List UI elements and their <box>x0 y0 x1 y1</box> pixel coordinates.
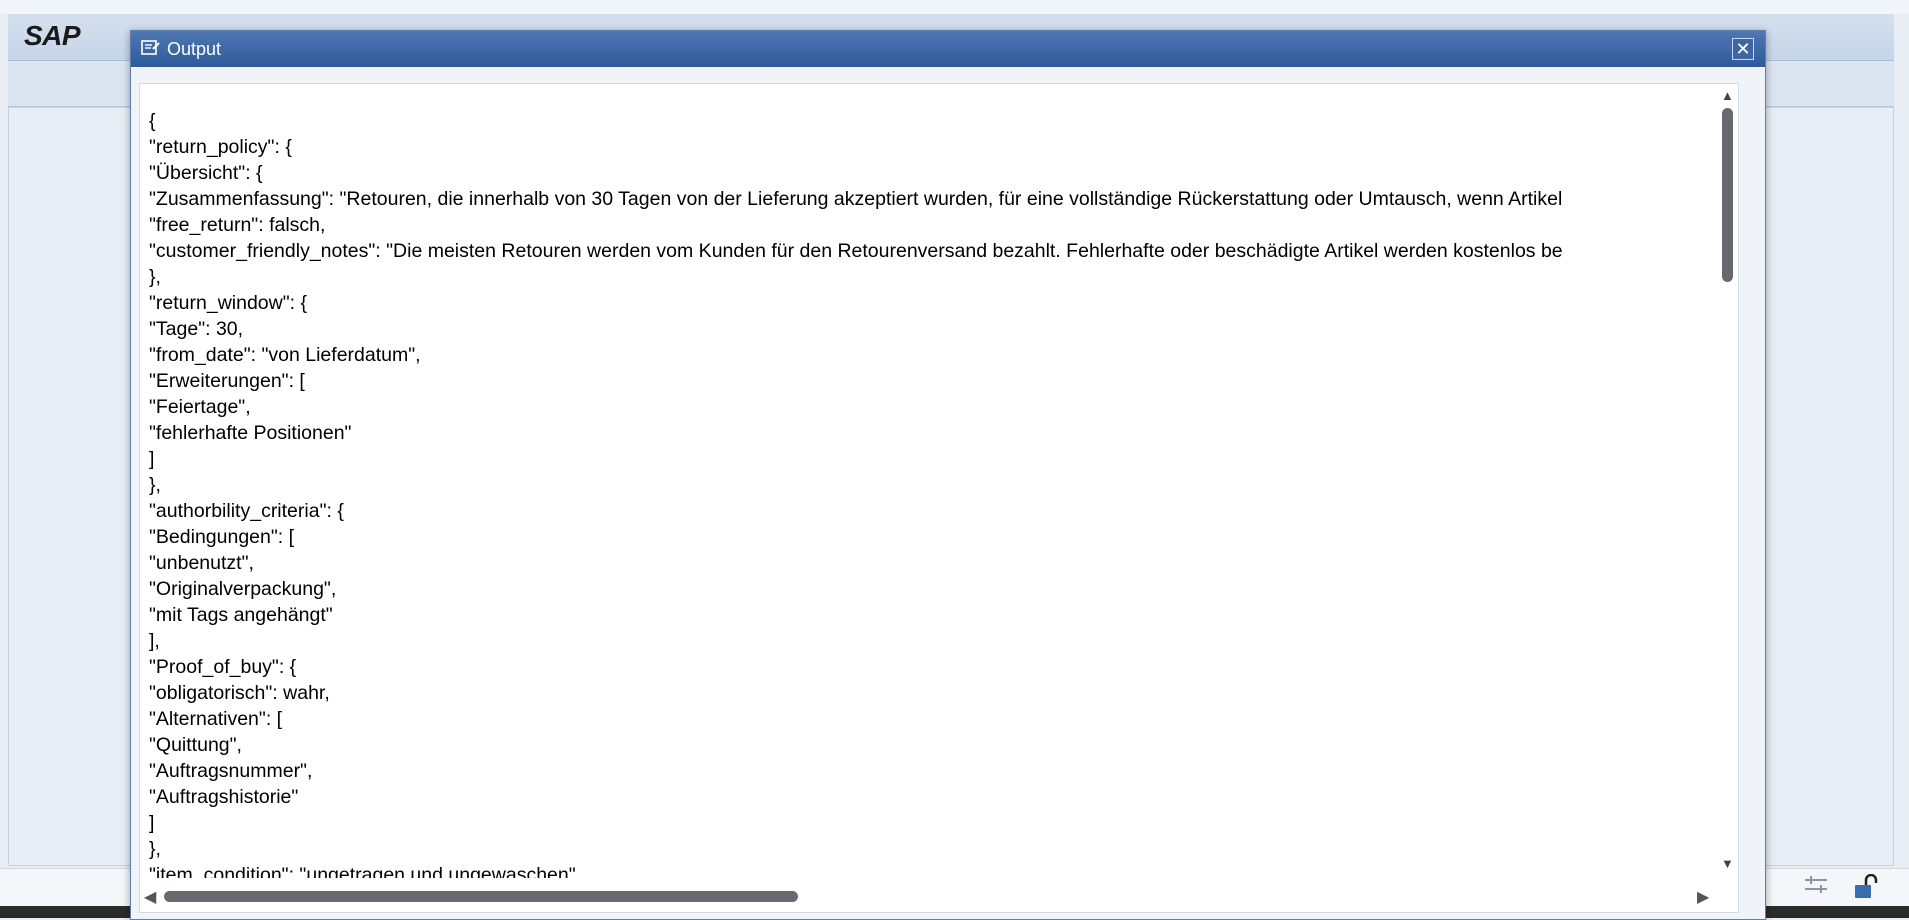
output-line: "unbenutzt", <box>149 552 254 574</box>
scroll-left-arrow-icon[interactable]: ◀ <box>144 887 156 907</box>
unlock-icon[interactable] <box>1852 873 1880 900</box>
vertical-scroll-thumb[interactable] <box>1722 108 1733 282</box>
output-line: "Bedingungen": [ <box>149 526 295 548</box>
output-dialog: Output ✕ { "return_policy": { "Übersicht":… <box>130 30 1766 920</box>
output-line: "Erweiterungen": [ <box>149 370 305 392</box>
output-line: "Übersicht": { <box>149 162 263 184</box>
output-line: "Zusammenfassung": "Retouren, die innerh… <box>149 188 1563 210</box>
vertical-scrollbar[interactable]: ▲ ▼ <box>1718 84 1736 884</box>
output-line: "from_date": "von Lieferdatum", <box>149 344 421 366</box>
output-line: { <box>149 110 156 132</box>
output-line: "Auftragshistorie" <box>149 786 299 808</box>
close-icon[interactable]: ✕ <box>1732 38 1754 60</box>
dialog-title-bar[interactable]: Output ✕ <box>131 31 1765 67</box>
output-line: "fehlerhafte Positionen" <box>149 422 352 444</box>
output-line: ] <box>149 812 155 834</box>
horizontal-scroll-thumb[interactable] <box>164 891 798 902</box>
output-window-icon <box>141 39 160 57</box>
output-line: "Quittung", <box>149 734 242 756</box>
output-line: "free_return": falsch, <box>149 214 326 236</box>
output-line: "Proof_of_buy": { <box>149 656 297 678</box>
output-line: }, <box>149 266 161 288</box>
output-line: }, <box>149 474 161 496</box>
output-line: }, <box>149 838 161 860</box>
output-line: "Originalverpackung", <box>149 578 337 600</box>
scroll-up-arrow-icon[interactable]: ▲ <box>1721 88 1734 103</box>
settings-sliders-icon[interactable] <box>1802 874 1830 900</box>
json-output-text: { "return_policy": { "Übersicht": { "Zusamm… <box>149 108 1715 878</box>
output-line: ], <box>149 630 160 652</box>
scroll-right-arrow-icon[interactable]: ▶ <box>1697 887 1709 907</box>
output-line: "customer_friendly_notes": "Die meisten … <box>149 240 1563 262</box>
sap-logo: SAP <box>24 20 81 51</box>
output-line: "obligatorisch": wahr, <box>149 682 330 704</box>
scroll-down-arrow-icon[interactable]: ▼ <box>1721 856 1734 871</box>
output-content-area[interactable]: { "return_policy": { "Übersicht": { "Zusamm… <box>139 83 1739 913</box>
output-line: "return_window": { <box>149 292 308 314</box>
output-line: "Alternativen": [ <box>149 708 283 730</box>
output-line: "Tage": 30, <box>149 318 244 340</box>
output-line: "Feiertage", <box>149 396 251 418</box>
output-line: "return_policy": { <box>149 136 292 158</box>
output-line: "item_condition": "ungetragen und ungewa… <box>149 864 576 878</box>
horizontal-scrollbar[interactable]: ◀ ▶ <box>140 884 1736 910</box>
output-line: "authorbility_criteria": { <box>149 500 344 522</box>
dialog-title: Output <box>167 39 222 59</box>
output-line: "Auftragsnummer", <box>149 760 313 782</box>
shell-top-strip <box>0 0 1909 14</box>
output-line: ] <box>149 448 155 470</box>
output-line: "mit Tags angehängt" <box>149 604 333 626</box>
